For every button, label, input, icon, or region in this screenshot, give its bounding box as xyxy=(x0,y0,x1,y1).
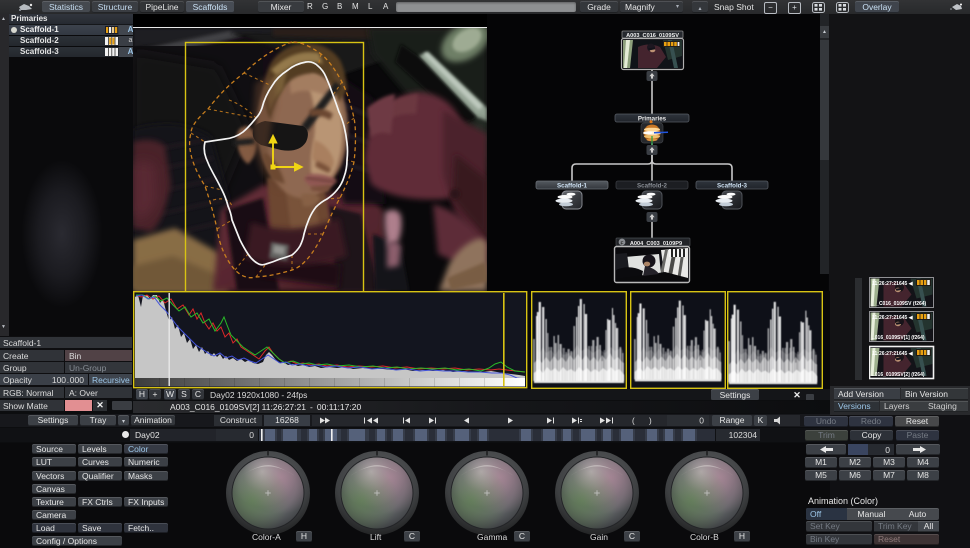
svg-text:_ _C016_0109SV (f264): _ _C016_0109SV (f264) xyxy=(871,301,927,307)
svg-text:(: ( xyxy=(632,417,635,426)
svg-text:F: F xyxy=(621,240,624,246)
svg-text:0: 0 xyxy=(699,416,704,426)
svg-text:Scaffold-2: Scaffold-2 xyxy=(637,183,667,190)
svg-text:..016_0109SV[1] (f264): ..016_0109SV[1] (f264) xyxy=(872,335,925,341)
svg-text:11:26:27:21645 ◀: 11:26:27:21645 ◀ xyxy=(872,351,913,357)
svg-text:): ) xyxy=(649,417,652,426)
svg-text:11:26:27:21645 ◀: 11:26:27:21645 ◀ xyxy=(872,315,913,321)
svg-text:Scaffold-1: Scaffold-1 xyxy=(557,183,587,190)
svg-text:11:26:27:21645 ◀: 11:26:27:21645 ◀ xyxy=(872,281,913,287)
svg-text:Scaffold-3: Scaffold-3 xyxy=(717,183,747,190)
svg-text:..016_0109SV[2] (f264): ..016_0109SV[2] (f264) xyxy=(872,372,925,378)
